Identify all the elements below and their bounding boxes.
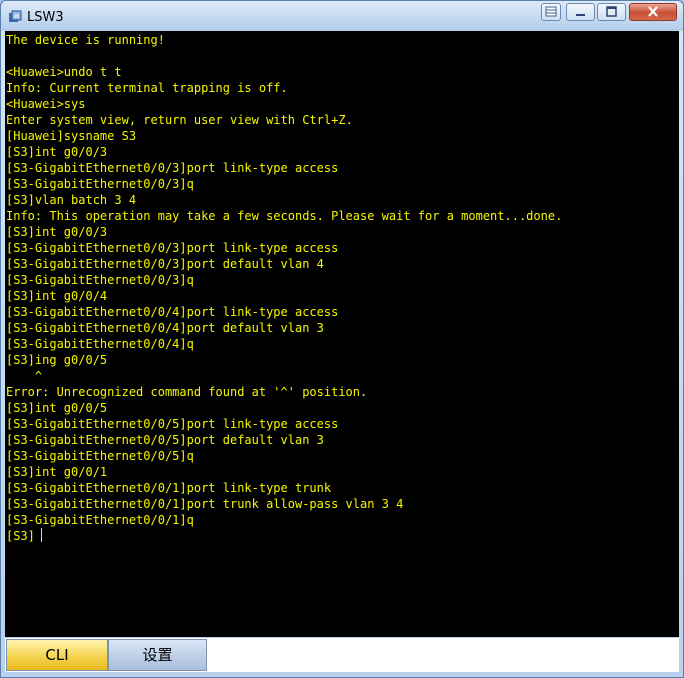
window-title: LSW3	[27, 10, 64, 25]
terminal-line: [S3]int g0/0/3	[6, 225, 108, 239]
terminal-line: [S3-GigabitEthernet0/0/5]port link-type …	[6, 417, 339, 431]
bottom-tab-bar: CLI 设置	[5, 638, 679, 672]
terminal-line: <Huawei>undo t t	[6, 65, 122, 79]
terminal-line: [S3-GigabitEthernet0/0/1]q	[6, 513, 194, 527]
terminal-line: [S3]int g0/0/3	[6, 145, 108, 159]
title-bar[interactable]: LSW3	[1, 1, 683, 31]
tab-cli[interactable]: CLI	[6, 639, 108, 671]
terminal-line: [S3]ing g0/0/5	[6, 353, 108, 367]
layout-toggle-button[interactable]	[541, 3, 561, 21]
terminal-line: [S3-GigabitEthernet0/0/3]port link-type …	[6, 161, 339, 175]
terminal-line: [S3]vlan batch 3 4	[6, 193, 137, 207]
terminal-line: [S3-GigabitEthernet0/0/4]q	[6, 337, 194, 351]
text-cursor	[41, 528, 42, 542]
terminal-line: [S3-GigabitEthernet0/0/5]port default vl…	[6, 433, 324, 447]
terminal-line: [S3-GigabitEthernet0/0/4]port link-type …	[6, 305, 339, 319]
terminal-line: [S3]int g0/0/1	[6, 465, 108, 479]
close-button[interactable]	[629, 3, 677, 21]
terminal-line: [Huawei]sysname S3	[6, 129, 137, 143]
terminal-line: <Huawei>sys	[6, 97, 86, 111]
terminal-line: Enter system view, return user view with…	[6, 113, 353, 127]
minimize-button[interactable]	[566, 3, 595, 21]
layout-icon	[545, 6, 557, 17]
terminal-line: [S3-GigabitEthernet0/0/4]port default vl…	[6, 321, 324, 335]
terminal-prompt-line: [S3]	[6, 529, 35, 543]
minimize-icon	[576, 14, 585, 16]
terminal-line: ^	[6, 369, 43, 383]
terminal-line: Info: This operation may take a few seco…	[6, 209, 563, 223]
terminal-line: [S3-GigabitEthernet0/0/5]q	[6, 449, 194, 463]
terminal-line: Error: Unrecognized command found at '^'…	[6, 385, 368, 399]
cli-terminal[interactable]: The device is running! <Huawei>undo t t …	[5, 31, 679, 637]
terminal-line: The device is running!	[6, 33, 165, 47]
switch-app-icon	[9, 10, 22, 22]
terminal-line: [S3-GigabitEthernet0/0/1]port trunk allo…	[6, 497, 404, 511]
terminal-line: [S3]int g0/0/5	[6, 401, 108, 415]
terminal-line: [S3-GigabitEthernet0/0/1]port link-type …	[6, 481, 332, 495]
maximize-button[interactable]	[597, 3, 626, 21]
close-icon	[648, 6, 658, 17]
terminal-line: [S3-GigabitEthernet0/0/3]port default vl…	[6, 257, 324, 271]
terminal-line: Info: Current terminal trapping is off.	[6, 81, 288, 95]
terminal-line: [S3-GigabitEthernet0/0/3]q	[6, 273, 194, 287]
tab-settings[interactable]: 设置	[108, 639, 207, 671]
terminal-window: LSW3 The device is running! <Huawei>undo…	[0, 0, 684, 678]
maximize-icon	[606, 6, 617, 17]
terminal-line: [S3-GigabitEthernet0/0/3]port link-type …	[6, 241, 339, 255]
terminal-line: [S3]int g0/0/4	[6, 289, 108, 303]
terminal-line: [S3-GigabitEthernet0/0/3]q	[6, 177, 194, 191]
